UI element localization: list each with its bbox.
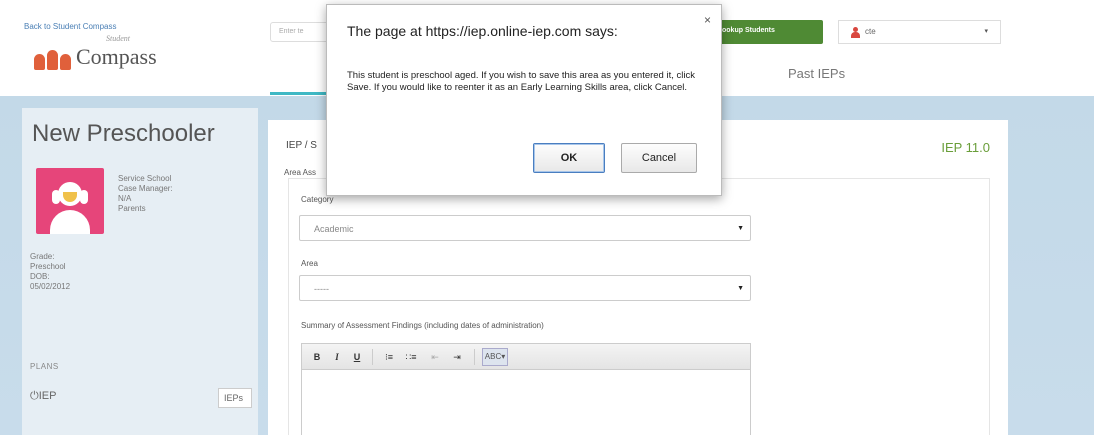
student-avatar xyxy=(36,168,104,234)
spellcheck-icon[interactable]: ABC▾ xyxy=(482,348,508,366)
logo-small-text: Student xyxy=(106,34,130,43)
dob-value: 05/02/2012 xyxy=(30,282,71,291)
user-icon xyxy=(851,27,860,38)
summary-label: Summary of Assessment Findings (includin… xyxy=(301,321,544,330)
underline-button[interactable]: U xyxy=(350,349,364,365)
user-name: cte xyxy=(865,27,876,36)
chevron-down-icon: ▾ xyxy=(984,28,988,35)
summary-rich-text-editor[interactable]: B I U ⁝≡ ∷≡ ⇤ ⇥ ABC▾ xyxy=(301,343,751,435)
area-label: Area xyxy=(301,259,318,268)
tab-past-ieps[interactable]: Past IEPs xyxy=(788,66,845,81)
iep-version-badge: IEP 11.0 xyxy=(941,140,990,155)
area-assessment-form: Category Academic ▼ Area ----- ▼ Summary… xyxy=(288,178,990,435)
grade-value: Preschool xyxy=(30,262,66,271)
category-label: Category xyxy=(301,195,334,204)
service-school-text: Service School xyxy=(118,174,172,183)
dialog-title: The page at https://iep.online-iep.com s… xyxy=(347,23,618,39)
student-info: Service School Case Manager: N/A Parents xyxy=(118,174,173,214)
logo-people-icon xyxy=(34,48,72,70)
student-name-heading: New Preschooler xyxy=(32,120,215,147)
outdent-icon[interactable]: ⇤ xyxy=(426,349,444,365)
logo-text: Compass xyxy=(76,44,157,69)
ordered-list-icon[interactable]: ⁝≡ xyxy=(380,349,398,365)
parents-label: Parents xyxy=(118,204,146,213)
breadcrumb: IEP / S xyxy=(286,140,317,151)
ok-button[interactable]: OK xyxy=(533,143,605,173)
area-select[interactable]: ----- ▼ xyxy=(299,275,751,301)
category-value: Academic xyxy=(314,224,354,234)
plan-item-label: IEP xyxy=(38,390,57,402)
close-icon[interactable]: × xyxy=(704,13,711,27)
category-select[interactable]: Academic ▼ xyxy=(299,215,751,241)
compass-logo[interactable]: Student Compass xyxy=(34,34,157,70)
user-menu-select[interactable]: cte ▾ xyxy=(838,20,1001,44)
area-value: ----- xyxy=(314,284,329,294)
browser-alert-dialog: The page at https://iep.online-iep.com s… xyxy=(326,4,722,196)
grade-label: Grade: xyxy=(30,252,55,261)
case-manager-value: N/A xyxy=(118,194,132,203)
dropdown-caret-icon: ▼ xyxy=(737,285,744,292)
italic-button[interactable]: I xyxy=(330,349,344,365)
cancel-button[interactable]: Cancel xyxy=(621,143,697,173)
bold-button[interactable]: B xyxy=(310,349,324,365)
power-icon: ⏻ xyxy=(30,390,39,402)
case-manager-label: Case Manager: xyxy=(118,184,173,193)
editor-toolbar: B I U ⁝≡ ∷≡ ⇤ ⇥ ABC▾ xyxy=(302,344,750,370)
back-to-student-compass-link[interactable]: Back to Student Compass xyxy=(24,22,117,31)
plan-item-iep[interactable]: ⏻IEP xyxy=(30,390,56,403)
section-label: Area Ass xyxy=(284,168,317,177)
indent-icon[interactable]: ⇥ xyxy=(448,349,466,365)
plans-label: PLANS xyxy=(30,362,59,371)
bullet-list-icon[interactable]: ∷≡ xyxy=(402,349,420,365)
dropdown-caret-icon: ▼ xyxy=(737,225,744,232)
grade-dob-block: Grade: Preschool DOB: 05/02/2012 xyxy=(30,252,70,292)
dob-label: DOB: xyxy=(30,272,50,281)
student-sidebar: New Preschooler Service School Case Mana… xyxy=(22,108,258,435)
ieps-button[interactable]: IEPs xyxy=(218,388,252,408)
dialog-message: This student is preschool aged. If you w… xyxy=(347,70,695,93)
